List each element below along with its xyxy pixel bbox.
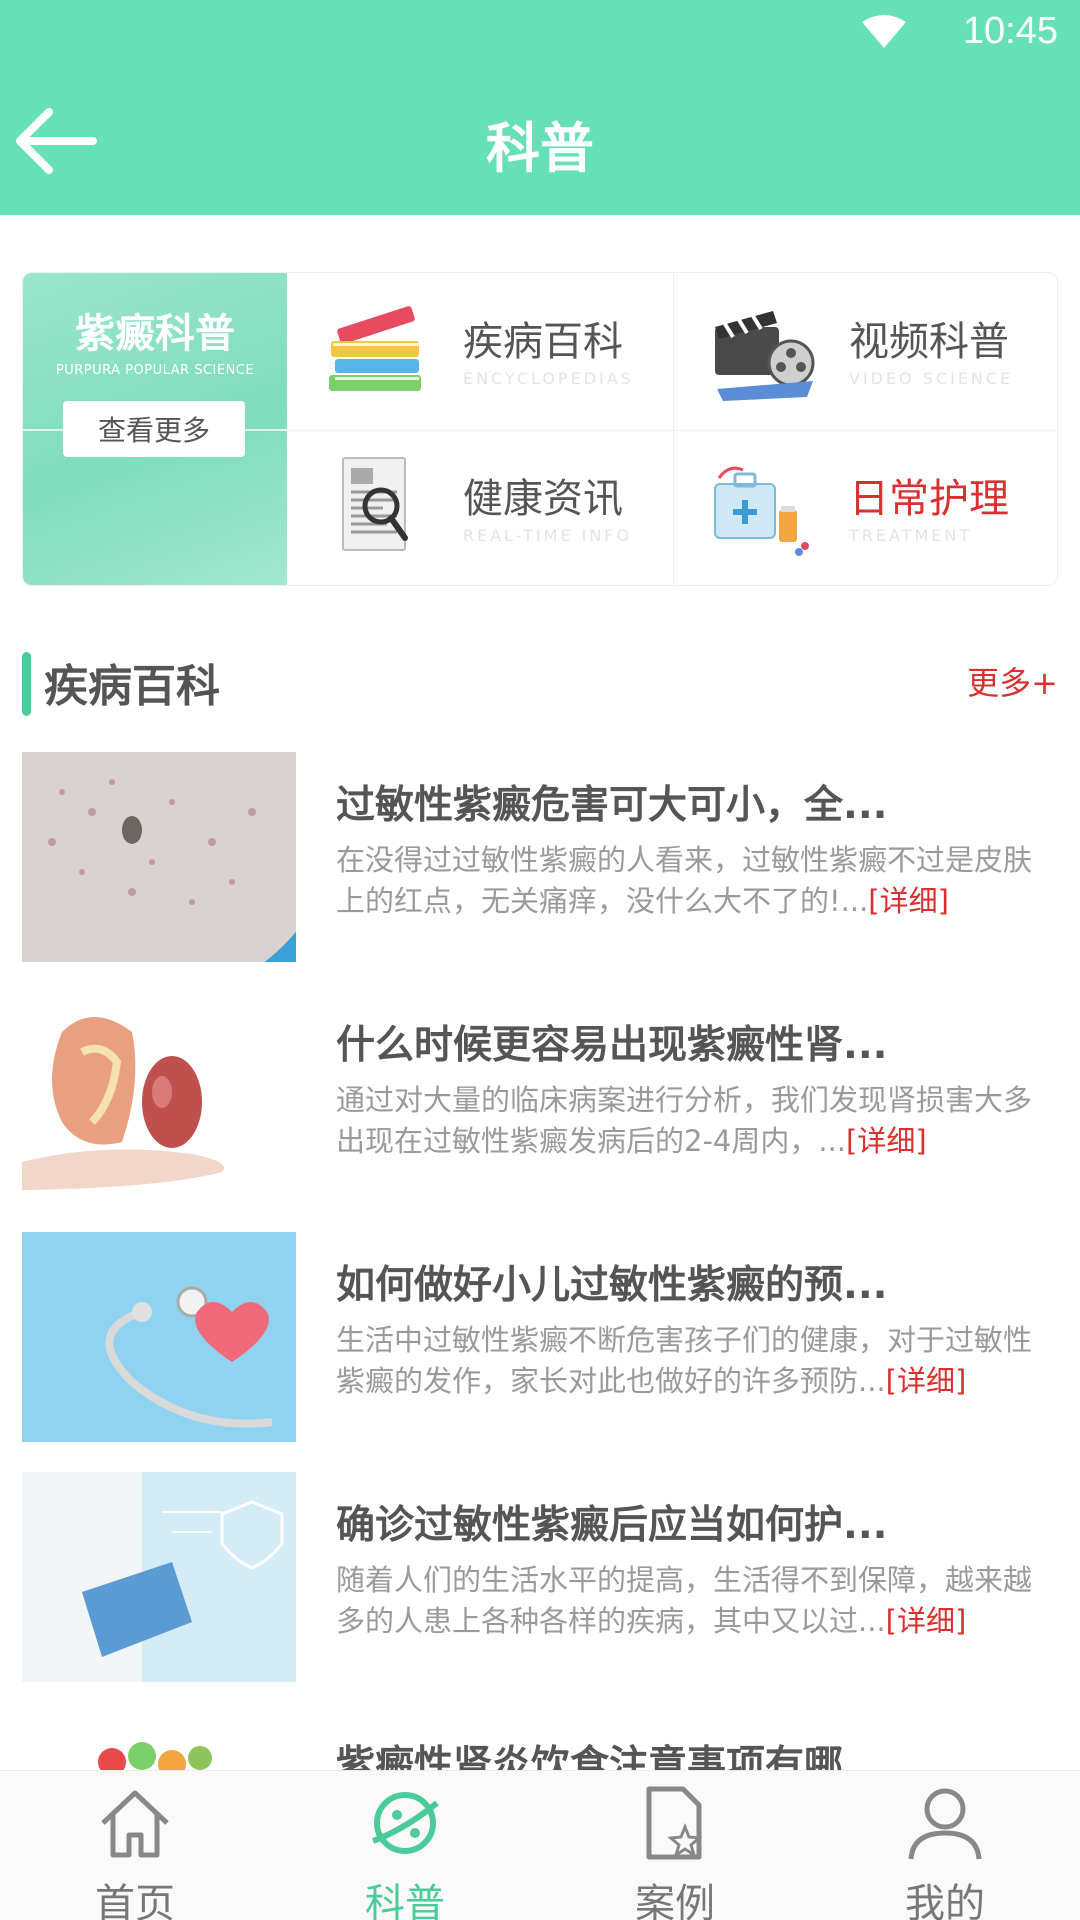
bottom-navigation: 首页 科普 案例 我的 <box>0 1770 1080 1920</box>
books-icon <box>329 306 421 391</box>
article-detail-link[interactable]: [详细] <box>886 1604 967 1638</box>
category-video[interactable]: 视频科普 VIDEO SCIENCE <box>673 273 1057 430</box>
article-item[interactable]: 确诊过敏性紫癜后应当如何护... 随着人们的生活水平的提高，生活得不到保障，越来… <box>22 1472 1058 1682</box>
promo-title: 紫癜科普 <box>75 311 235 357</box>
nav-home[interactable]: 首页 <box>0 1771 270 1920</box>
article-detail-link[interactable]: [详细] <box>868 884 949 918</box>
section-accent-bar <box>22 652 31 716</box>
science-planet-icon <box>371 1792 439 1854</box>
category-subtitle: VIDEO SCIENCE <box>849 369 1014 388</box>
category-subtitle: TREATMENT <box>849 526 973 545</box>
wifi-icon <box>862 15 906 48</box>
category-subtitle: REAL-TIME INFO <box>463 526 633 545</box>
article-detail-link[interactable]: [详细] <box>846 1124 927 1158</box>
article-title: 确诊过敏性紫癜后应当如何护... <box>336 1503 888 1548</box>
article-summary: 通过对大量的临床病案进行分析，我们发现肾损害大多出现在过敏性紫癜发病后的2-4周… <box>336 1083 1033 1158</box>
article-description: 在没得过过敏性紫癜的人看来，过敏性紫癜不过是皮肤上的红点，无关痛痒，没什么大不了… <box>336 840 1058 924</box>
category-health-news[interactable]: 健康资讯 REAL-TIME INFO <box>287 430 673 585</box>
more-link[interactable]: 更多+ <box>967 658 1058 704</box>
article-thumbnail <box>22 1472 296 1682</box>
category-encyclopedia[interactable]: 疾病百科 ENCYCLOPEDIAS <box>287 273 673 430</box>
category-daily-care[interactable]: 日常护理 TREATMENT <box>673 430 1057 585</box>
newspaper-magnifier-icon <box>342 457 408 551</box>
document-star-icon <box>646 1786 703 1860</box>
article-thumbnail <box>22 1232 296 1442</box>
home-icon <box>101 1790 169 1858</box>
article-detail-link[interactable]: [详细] <box>886 1364 967 1398</box>
nav-label: 科普 <box>365 1881 445 1920</box>
article-thumbnail <box>22 752 296 962</box>
article-item[interactable]: 如何做好小儿过敏性紫癜的预... 生活中过敏性紫癜不断危害孩子们的健康，对于过敏… <box>22 1232 1058 1442</box>
category-label: 视频科普 <box>849 319 1009 365</box>
page-title: 科普 <box>486 117 594 180</box>
app-header: 10:45 科普 <box>0 0 1080 215</box>
article-description: 通过对大量的临床病案进行分析，我们发现肾损害大多出现在过敏性紫癜发病后的2-4周… <box>336 1080 1058 1164</box>
article-title: 过敏性紫癜危害可大可小，全... <box>336 783 888 828</box>
view-more-button[interactable]: 查看更多 <box>63 401 245 457</box>
article-thumbnail <box>22 992 296 1202</box>
promo-banner[interactable]: 紫癜科普 PURPURA POPULAR SCIENCE 查看更多 <box>23 273 287 585</box>
film-clapper-icon <box>715 311 815 401</box>
article-title: 如何做好小儿过敏性紫癜的预... <box>336 1263 888 1308</box>
article-item[interactable]: 什么时候更容易出现紫癜性肾... 通过对大量的临床病案进行分析，我们发现肾损害大… <box>22 992 1058 1202</box>
nav-label: 我的 <box>905 1881 985 1920</box>
promo-subtitle: PURPURA POPULAR SCIENCE <box>55 363 255 378</box>
category-label: 日常护理 <box>849 476 1009 522</box>
category-panel: 紫癜科普 PURPURA POPULAR SCIENCE 查看更多 疾病百科 E… <box>22 272 1058 586</box>
status-bar: 10:45 <box>0 0 1080 66</box>
nav-science[interactable]: 科普 <box>270 1771 540 1920</box>
nav-cases[interactable]: 案例 <box>540 1771 810 1920</box>
first-aid-kit-icon <box>714 466 809 556</box>
category-label: 健康资讯 <box>463 476 623 522</box>
nav-label: 案例 <box>635 1881 715 1920</box>
article-item[interactable]: 过敏性紫癜危害可大可小，全... 在没得过过敏性紫癜的人看来，过敏性紫癜不过是皮… <box>22 752 1058 962</box>
status-time: 10:45 <box>962 10 1058 52</box>
user-icon <box>908 1788 982 1860</box>
section-title: 疾病百科 <box>44 661 220 712</box>
category-label: 疾病百科 <box>463 319 623 365</box>
article-description: 生活中过敏性紫癜不断危害孩子们的健康，对于过敏性紫癜的发作，家长对此也做好的许多… <box>336 1320 1058 1404</box>
category-subtitle: ENCYCLOPEDIAS <box>463 369 634 388</box>
article-description: 随着人们的生活水平的提高，生活得不到保障，越来越多的人患上各种各样的疾病，其中又… <box>336 1560 1058 1644</box>
nav-profile[interactable]: 我的 <box>810 1771 1080 1920</box>
article-title: 什么时候更容易出现紫癜性肾... <box>336 1023 888 1068</box>
nav-label: 首页 <box>95 1881 175 1920</box>
